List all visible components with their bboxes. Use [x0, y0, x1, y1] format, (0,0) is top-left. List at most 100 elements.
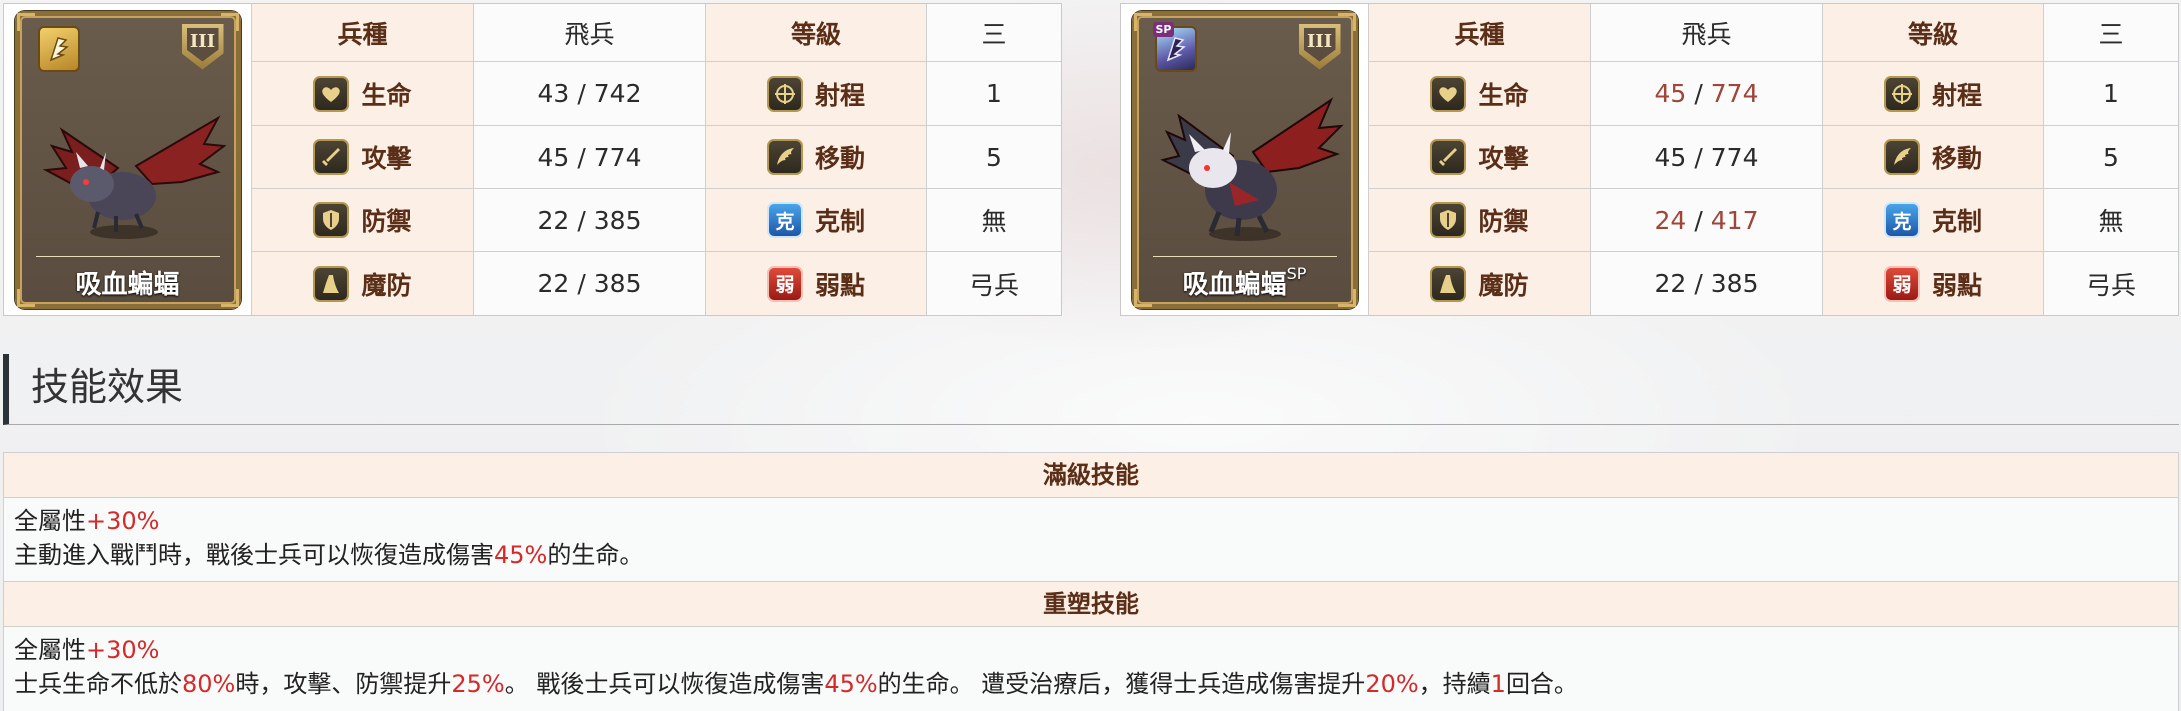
- counter-label: 克制: [1931, 207, 1982, 236]
- counter-icon: 克: [1883, 202, 1920, 238]
- skill-text: 時，攻擊、防禦提升: [235, 670, 452, 698]
- hp-base: 43: [537, 79, 570, 108]
- def-base: 22: [537, 205, 570, 235]
- def-base: 24: [1654, 205, 1687, 235]
- weakness-icon: 弱: [1883, 265, 1920, 302]
- move-label: 移動: [814, 144, 865, 173]
- max-level-skill-header: 滿級技能: [4, 453, 2178, 498]
- mdef-base: 22: [1654, 269, 1687, 298]
- skill-value-highlight: 20%: [1365, 670, 1419, 698]
- rank-label: III: [1303, 27, 1336, 62]
- def-label: 防禦: [1478, 207, 1529, 236]
- atk-max: 774: [593, 142, 642, 172]
- mdef-base: 22: [537, 269, 570, 298]
- unit-card[interactable]: SP III 吸血蝙蝠SP: [1131, 10, 1358, 309]
- move-value: 5: [927, 126, 1061, 189]
- hp-label: 生命: [1478, 80, 1529, 110]
- atk-value: 45/774: [474, 126, 706, 189]
- vampire-bat-portrait: [42, 114, 227, 239]
- def-header: 防禦: [1369, 189, 1591, 252]
- mdef-value: 22/385: [474, 252, 706, 315]
- unit-card[interactable]: III 吸血蝙蝠: [14, 10, 241, 309]
- reshape-skill-body: 全屬性+30% 士兵生命不低於80%時，攻擊、防禦提升25%。 戰後士兵可以恢復…: [4, 627, 2178, 711]
- skill-text: ，持續: [1418, 670, 1491, 698]
- skill-line: 全屬性+30%: [14, 633, 2168, 667]
- skill-value-highlight: 45%: [824, 670, 878, 698]
- hp-header: 生命: [1369, 62, 1591, 126]
- skill-line: 士兵生命不低於80%時，攻擊、防禦提升25%。 戰後士兵可以恢復造成傷害45%的…: [14, 667, 2168, 701]
- skill-text: 的生命。 遭受治療后，獲得士兵造成傷害提升: [877, 670, 1366, 698]
- move-header: 移動: [706, 126, 927, 189]
- reshape-skill-header: 重塑技能: [4, 582, 2178, 627]
- atk-label: 攻擊: [1478, 144, 1529, 173]
- atk-max: 774: [1710, 142, 1759, 172]
- counter-header: 克 克制: [1823, 189, 2044, 252]
- skill-value-highlight: +30%: [86, 636, 160, 664]
- move-label: 移動: [1931, 144, 1982, 173]
- weakness-label: 弱點: [814, 270, 865, 300]
- sp-flying-class-icon: SP: [1152, 21, 1197, 72]
- skill-text: 全屬性: [14, 507, 86, 535]
- max-level-skill-body: 全屬性+30% 主動進入戰鬥時，戰後士兵可以恢復造成傷害45%的生命。: [4, 498, 2178, 582]
- mdef-value: 22/385: [1591, 252, 1823, 315]
- counter-header: 克 克制: [706, 189, 927, 252]
- skill-text: 士兵生命不低於: [14, 670, 182, 698]
- level-header: 等級: [1823, 4, 2044, 62]
- skill-value-highlight: 25%: [451, 670, 505, 698]
- cloak-icon: [313, 265, 350, 302]
- skill-text: 回合。: [1505, 670, 1578, 698]
- def-max: 385: [593, 205, 642, 235]
- rank-label: III: [186, 27, 219, 62]
- shield-icon: [313, 202, 350, 238]
- mdef-max: 385: [593, 269, 642, 298]
- hp-header: 生命: [252, 62, 474, 126]
- counter-label: 克制: [814, 207, 865, 236]
- counter-icon: 克: [766, 202, 803, 238]
- unit-table-vampire-bat-sp: SP III 吸血蝙蝠SP 兵種 飛兵 等級 三 生命 45 / 774 射程 …: [1120, 3, 2179, 316]
- hp-base: 45: [1654, 79, 1687, 108]
- troop-type-value: 飛兵: [474, 4, 706, 62]
- rank-badge: III: [181, 23, 224, 70]
- atk-label: 攻擊: [361, 144, 412, 173]
- mdef-label: 魔防: [1478, 270, 1529, 300]
- crosshair-icon: [766, 75, 803, 112]
- move-header: 移動: [1823, 126, 2044, 189]
- hp-value: 45/774: [1591, 62, 1823, 126]
- skill-text: 全屬性: [14, 636, 86, 664]
- skill-line: 全屬性+30%: [14, 504, 2168, 538]
- weakness-header: 弱 弱點: [706, 252, 927, 315]
- skill-value-highlight: 1: [1490, 670, 1506, 698]
- atk-base: 45: [537, 142, 570, 172]
- sword-icon: [313, 139, 350, 175]
- def-value: 24/417: [1591, 189, 1823, 252]
- skill-text: 主動進入戰鬥時，戰後士兵可以恢復造成傷害: [14, 541, 494, 569]
- skills-table: 滿級技能 全屬性+30% 主動進入戰鬥時，戰後士兵可以恢復造成傷害45%的生命。…: [3, 452, 2179, 711]
- atk-header: 攻擊: [252, 126, 474, 189]
- crosshair-icon: [1883, 75, 1920, 112]
- move-value: 5: [2044, 126, 2178, 189]
- unit-portrait-cell: III 吸血蝙蝠: [4, 4, 252, 315]
- def-value: 22/385: [474, 189, 706, 252]
- def-label: 防禦: [361, 207, 412, 236]
- weakness-icon: 弱: [766, 265, 803, 302]
- unit-name: 吸血蝙蝠SP: [1182, 263, 1307, 300]
- atk-value: 45/774: [1591, 126, 1823, 189]
- def-header: 防禦: [252, 189, 474, 252]
- def-max: 417: [1710, 205, 1759, 235]
- atk-header: 攻擊: [1369, 126, 1591, 189]
- hp-value: 43/742: [474, 62, 706, 126]
- hp-max: 774: [1710, 79, 1759, 108]
- range-label: 射程: [1931, 80, 1982, 110]
- wing-icon: [1883, 139, 1920, 175]
- unit-name: 吸血蝙蝠: [75, 269, 180, 300]
- mdef-header: 魔防: [252, 252, 474, 315]
- sp-tag: SP: [1152, 21, 1175, 37]
- weakness-value: 弓兵: [927, 252, 1061, 315]
- unit-portrait-cell: SP III 吸血蝙蝠SP: [1121, 4, 1369, 315]
- mdef-label: 魔防: [361, 270, 412, 300]
- counter-value: 無: [927, 189, 1061, 252]
- skill-value-highlight: 80%: [182, 670, 236, 698]
- hp-max: 742: [593, 79, 642, 108]
- range-value: 1: [2044, 62, 2178, 126]
- card-corner: [16, 12, 35, 31]
